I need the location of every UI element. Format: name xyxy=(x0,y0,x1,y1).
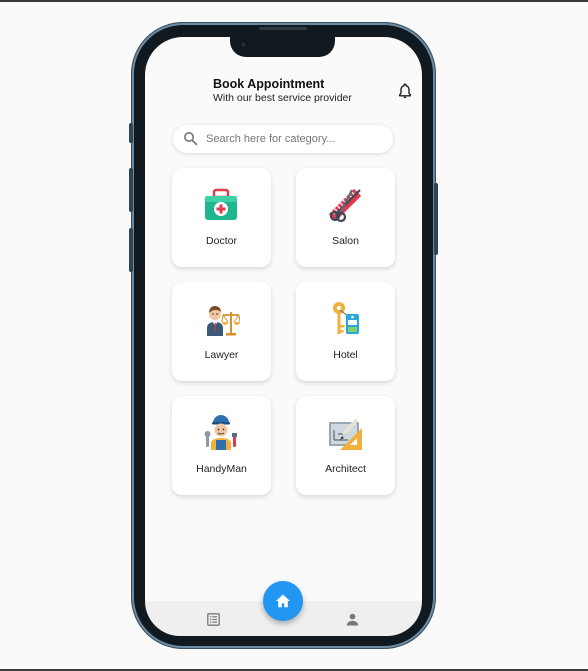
category-card-architect[interactable]: Architect xyxy=(296,396,395,495)
category-label: Lawyer xyxy=(204,349,239,361)
category-card-hotel[interactable]: Hotel xyxy=(296,282,395,381)
app-header: Book Appointment With our best service p… xyxy=(213,77,383,105)
page-title: Book Appointment xyxy=(213,77,325,91)
handyman-worker-icon xyxy=(204,415,237,450)
volume-down-button xyxy=(129,228,133,272)
page-subtitle: With our best service provider xyxy=(213,92,352,104)
blueprint-ruler-icon xyxy=(329,418,362,450)
category-card-handyman[interactable]: HandyMan xyxy=(172,396,271,495)
scissors-comb-icon xyxy=(329,189,361,223)
power-button xyxy=(434,183,438,255)
notification-bell-icon[interactable] xyxy=(398,83,412,99)
category-label: Hotel xyxy=(333,349,358,361)
volume-up-button xyxy=(129,168,133,212)
first-aid-kit-icon xyxy=(205,188,237,220)
home-button[interactable] xyxy=(263,581,303,621)
category-card-lawyer[interactable]: Lawyer xyxy=(172,282,271,381)
speaker-grill xyxy=(259,27,307,30)
lawyer-scales-icon xyxy=(207,306,240,336)
category-label: Architect xyxy=(325,463,366,475)
search-input[interactable] xyxy=(206,130,386,148)
hotel-key-icon xyxy=(333,302,359,334)
home-icon xyxy=(276,594,290,608)
front-camera xyxy=(239,40,248,49)
mute-switch xyxy=(129,123,133,143)
category-label: Salon xyxy=(332,235,359,247)
search-icon xyxy=(184,132,198,146)
category-label: Doctor xyxy=(206,235,237,247)
window-top-border xyxy=(0,0,588,2)
search-bar[interactable] xyxy=(173,125,393,153)
category-card-doctor[interactable]: Doctor xyxy=(172,168,271,267)
category-label: HandyMan xyxy=(196,463,247,475)
category-card-salon[interactable]: Salon xyxy=(296,168,395,267)
list-icon[interactable] xyxy=(207,613,220,626)
person-icon[interactable] xyxy=(346,613,359,626)
